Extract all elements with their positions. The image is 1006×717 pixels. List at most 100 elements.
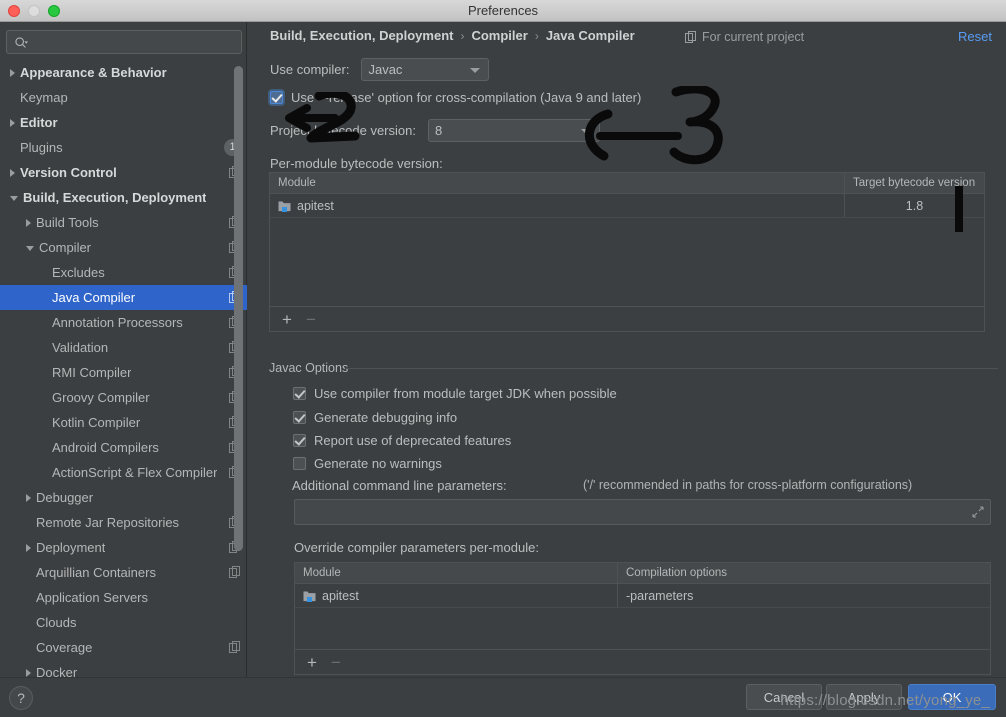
table-row[interactable]: apitest 1.8 (270, 194, 984, 218)
javac-option-report-deprecated[interactable]: Report use of deprecated features (293, 433, 511, 448)
sidebar-item-plugins[interactable]: Plugins 1 (0, 135, 247, 160)
additional-params-input[interactable] (294, 499, 991, 525)
use-release-option-checkbox[interactable] (270, 91, 283, 104)
add-module-button[interactable]: + (282, 311, 292, 328)
javac-options-group-title: Javac Options (269, 361, 355, 375)
ok-button[interactable]: OK (908, 684, 996, 710)
scope-indicator: For current project (685, 30, 804, 44)
use-release-option-row[interactable]: Use '--release' option for cross-compila… (270, 90, 641, 105)
sidebar-item-label: Excludes (52, 265, 105, 280)
reset-link[interactable]: Reset (958, 29, 992, 44)
use-compiler-label: Use compiler: (270, 62, 350, 77)
column-header-module: Module (270, 173, 845, 193)
sidebar-scrollbar-thumb[interactable] (234, 66, 243, 551)
sidebar-item-label: Compiler (39, 240, 92, 255)
sidebar-item-label: Java Compiler (52, 290, 136, 305)
javac-option-checkbox[interactable] (293, 457, 306, 470)
table-row[interactable]: apitest -parameters (295, 584, 990, 608)
sidebar-item-compiler[interactable]: Compiler (0, 235, 247, 260)
use-compiler-value: Javac (368, 62, 403, 77)
sidebar-item-label: Docker (36, 665, 78, 677)
apply-button[interactable]: Apply (826, 684, 902, 710)
sidebar-item-editor[interactable]: Editor (0, 110, 247, 135)
expand-icon[interactable] (972, 506, 984, 518)
sidebar-item-debugger[interactable]: Debugger (0, 485, 247, 510)
sidebar-item-coverage[interactable]: Coverage (0, 635, 247, 660)
sidebar-item-docker[interactable]: Docker (0, 660, 247, 677)
breadcrumb-item-0[interactable]: Build, Execution, Deployment (270, 28, 453, 43)
project-bytecode-select[interactable]: 8 (427, 119, 600, 142)
window-titlebar: Preferences (0, 0, 1006, 22)
sidebar-item-label: Remote Jar Repositories (36, 515, 180, 530)
breadcrumb-item-1[interactable]: Compiler (471, 28, 527, 43)
remove-module-button[interactable]: − (306, 311, 316, 328)
sidebar-item-java-compiler[interactable]: Java Compiler (0, 285, 247, 310)
javac-option-label: Generate debugging info (314, 410, 458, 425)
sidebar-item-validation[interactable]: Validation (0, 335, 247, 360)
module-name: apitest (297, 198, 334, 213)
add-override-button[interactable]: + (307, 654, 317, 671)
javac-option-generate-no-warnings[interactable]: Generate no warnings (293, 456, 442, 471)
sidebar-item-label: Plugins (20, 140, 63, 155)
project-bytecode-value: 8 (434, 123, 443, 138)
column-header-module: Module (295, 563, 618, 583)
settings-tree[interactable]: Appearance & Behavior Keymap Editor Plugins… (0, 60, 247, 677)
sidebar-item-label: RMI Compiler (52, 365, 132, 380)
chevron-right-icon[interactable] (26, 218, 31, 227)
chevron-right-icon[interactable] (10, 118, 15, 127)
sidebar-item-android-compilers[interactable]: Android Compilers (0, 435, 247, 460)
chevron-down-icon[interactable] (26, 246, 34, 251)
table-toolbar: + − (270, 306, 984, 331)
javac-option-use-compiler-from-jdk[interactable]: Use compiler from module target JDK when… (293, 386, 617, 401)
javac-option-generate-debugging-info[interactable]: Generate debugging info (293, 410, 457, 425)
sidebar-item-label: Version Control (20, 165, 117, 180)
sidebar-item-label: Coverage (36, 640, 93, 655)
column-header-target-bytecode: Target bytecode version (853, 177, 976, 189)
sidebar-item-rmi-compiler[interactable]: RMI Compiler (0, 360, 247, 385)
chevron-right-icon[interactable] (10, 168, 15, 177)
search-input[interactable] (6, 30, 242, 54)
sidebar-item-remote-jar-repositories[interactable]: Remote Jar Repositories (0, 510, 247, 535)
sidebar-item-actionscript-flex-compiler[interactable]: ActionScript & Flex Compiler (0, 460, 247, 485)
chevron-right-icon[interactable] (10, 68, 15, 77)
javac-option-checkbox[interactable] (293, 387, 306, 400)
sidebar-item-deployment[interactable]: Deployment (0, 535, 247, 560)
javac-option-checkbox[interactable] (293, 434, 306, 447)
sidebar-item-arquillian-containers[interactable]: Arquillian Containers (0, 560, 247, 585)
sidebar-item-clouds[interactable]: Clouds (0, 610, 247, 635)
scope-label: For current project (702, 30, 805, 44)
sidebar-item-appearance-behavior[interactable]: Appearance & Behavior (0, 60, 247, 85)
sidebar-item-kotlin-compiler[interactable]: Kotlin Compiler (0, 410, 247, 435)
sidebar-item-application-servers[interactable]: Application Servers (0, 585, 247, 610)
help-button[interactable]: ? (9, 686, 33, 710)
module-icon (278, 201, 291, 212)
override-params-table[interactable]: Module Compilation options apitest -para… (294, 562, 991, 675)
compilation-options-value[interactable]: -parameters (618, 584, 990, 607)
target-bytecode-value[interactable]: 1.8 (845, 194, 984, 217)
sidebar-item-annotation-processors[interactable]: Annotation Processors (0, 310, 247, 335)
sidebar-item-version-control[interactable]: Version Control (0, 160, 247, 185)
module-name: apitest (322, 588, 359, 603)
per-module-bytecode-table[interactable]: Module Target bytecode version apitest 1… (269, 172, 985, 332)
sidebar-item-label: Groovy Compiler (52, 390, 150, 405)
dialog-footer: ? Cancel Apply OK https://blog.csdn.net/… (0, 677, 1006, 717)
chevron-right-icon[interactable] (26, 493, 31, 502)
column-header-compilation-options: Compilation options (626, 567, 728, 579)
sidebar-item-build-tools[interactable]: Build Tools (0, 210, 247, 235)
breadcrumb: Build, Execution, Deployment › Compiler … (270, 28, 635, 43)
sidebar-item-groovy-compiler[interactable]: Groovy Compiler (0, 385, 247, 410)
sidebar-item-excludes[interactable]: Excludes (0, 260, 247, 285)
chevron-down-icon[interactable] (10, 196, 18, 201)
javac-option-checkbox[interactable] (293, 411, 306, 424)
copy-icon (685, 31, 696, 43)
chevron-right-icon[interactable] (26, 543, 31, 552)
breadcrumb-item-2[interactable]: Java Compiler (546, 28, 635, 43)
sidebar-item-label: Application Servers (36, 590, 148, 605)
cancel-button[interactable]: Cancel (746, 684, 822, 710)
use-compiler-select[interactable]: Javac (361, 58, 490, 81)
remove-override-button[interactable]: − (331, 654, 341, 671)
chevron-right-icon[interactable] (26, 668, 31, 677)
sidebar-item-keymap[interactable]: Keymap (0, 85, 247, 110)
javac-option-label: Report use of deprecated features (314, 433, 512, 448)
sidebar-item-build-execution-deployment[interactable]: Build, Execution, Deployment (0, 185, 247, 210)
